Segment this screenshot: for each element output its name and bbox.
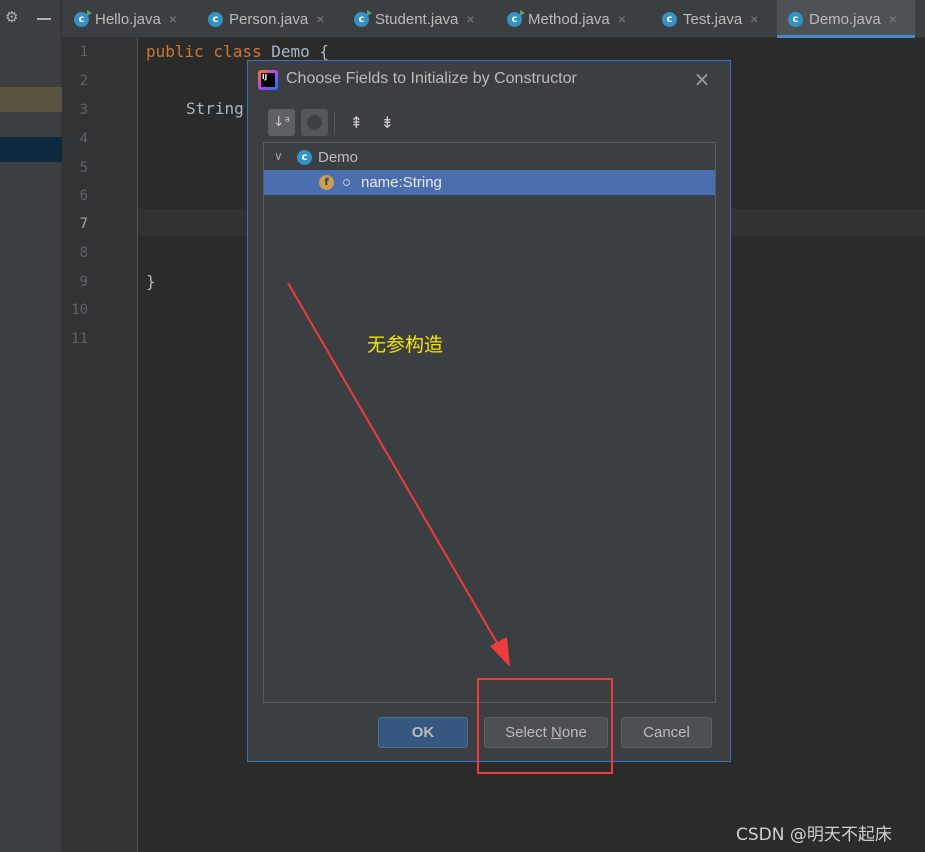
annotation-label: 无参构造 bbox=[367, 334, 444, 356]
tab-label: Student.java bbox=[375, 10, 459, 28]
project-tree-selected-row[interactable] bbox=[0, 137, 62, 162]
toolbar-separator bbox=[334, 112, 335, 134]
close-icon[interactable]: × bbox=[169, 11, 177, 27]
project-tool-header: ⚙ bbox=[0, 0, 62, 38]
tab-label: Method.java bbox=[528, 10, 610, 28]
close-icon[interactable]: × bbox=[889, 11, 897, 27]
gear-icon[interactable]: ⚙ bbox=[5, 9, 21, 25]
intellij-logo-icon: IJ bbox=[258, 70, 278, 90]
keyword: public class bbox=[146, 42, 262, 61]
ok-button[interactable]: OK bbox=[378, 717, 468, 748]
class-icon: c bbox=[74, 9, 92, 27]
collapse-all-icon[interactable]: ⇟ bbox=[374, 109, 401, 136]
code-line-9[interactable]: } bbox=[146, 272, 156, 291]
line-number: 1 bbox=[79, 44, 88, 60]
close-icon[interactable]: × bbox=[692, 67, 712, 91]
tree-row-class[interactable]: ∨ c Demo bbox=[264, 145, 715, 170]
line-number: 11 bbox=[71, 331, 88, 347]
tree-field-label: name:String bbox=[361, 174, 442, 191]
tree-row-field[interactable]: f name:String bbox=[264, 170, 715, 195]
package-private-icon bbox=[343, 179, 350, 186]
sort-alphabetically-icon[interactable]: ↓ᵃ bbox=[268, 109, 295, 136]
editor-gutter: 1 2 3 4 5 6 7 8 9 10 11 bbox=[62, 38, 138, 852]
editor-tab-bar: c Hello.java × c Person.java × c Student… bbox=[62, 0, 925, 38]
show-classes-icon[interactable] bbox=[301, 109, 328, 136]
dialog-title-bar[interactable]: IJ Choose Fields to Initialize by Constr… bbox=[248, 61, 730, 99]
line-number-current: 7 bbox=[79, 216, 88, 232]
tree-class-label: Demo bbox=[318, 149, 359, 166]
line-number: 2 bbox=[79, 73, 88, 89]
class-icon: c bbox=[662, 11, 677, 27]
choose-fields-dialog: IJ Choose Fields to Initialize by Constr… bbox=[247, 60, 731, 762]
field-icon: f bbox=[319, 175, 334, 190]
line-number: 10 bbox=[71, 302, 88, 318]
fields-tree[interactable]: ∨ c Demo f name:String bbox=[263, 142, 716, 703]
tab-person-java[interactable]: c Person.java × bbox=[208, 0, 350, 38]
line-number: 3 bbox=[79, 102, 88, 118]
class-icon: c bbox=[788, 11, 803, 27]
tab-method-java[interactable]: c Method.java × bbox=[507, 0, 647, 38]
code-line-1[interactable]: public class Demo { bbox=[146, 42, 329, 61]
brace: { bbox=[319, 42, 330, 61]
line-number: 9 bbox=[79, 274, 88, 290]
logo-text: IJ bbox=[262, 73, 268, 81]
tab-student-java[interactable]: c Student.java × bbox=[354, 0, 498, 38]
class-name: Demo bbox=[271, 42, 310, 61]
chevron-down-icon[interactable]: ∨ bbox=[274, 149, 283, 163]
tab-label: Hello.java bbox=[95, 10, 161, 28]
tool-window-strip: ⚙ bbox=[0, 0, 62, 852]
close-icon[interactable]: × bbox=[750, 11, 758, 27]
tab-demo-java[interactable]: c Demo.java × bbox=[777, 0, 915, 38]
close-icon[interactable]: × bbox=[618, 11, 626, 27]
tab-hello-java[interactable]: c Hello.java × bbox=[74, 0, 202, 38]
line-number: 8 bbox=[79, 245, 88, 261]
tab-label: Test.java bbox=[683, 10, 743, 28]
close-icon[interactable]: × bbox=[316, 11, 324, 27]
expand-all-icon[interactable]: ⇞ bbox=[343, 109, 370, 136]
class-icon: c bbox=[507, 9, 525, 27]
code-line-3[interactable]: String bbox=[186, 99, 244, 118]
tab-test-java[interactable]: c Test.java × bbox=[662, 0, 777, 38]
line-number: 6 bbox=[79, 188, 88, 204]
close-icon[interactable]: × bbox=[466, 11, 474, 27]
line-number: 4 bbox=[79, 131, 88, 147]
annotation-highlight-box bbox=[477, 678, 613, 774]
cancel-button[interactable]: Cancel bbox=[621, 717, 712, 748]
class-icon: c bbox=[297, 150, 312, 165]
watermark: CSDN @明天不起床 bbox=[736, 825, 892, 845]
project-tree-highlight-row[interactable] bbox=[0, 87, 62, 112]
minimize-icon[interactable] bbox=[37, 18, 51, 20]
class-icon: c bbox=[208, 11, 223, 27]
line-number: 5 bbox=[79, 160, 88, 176]
class-icon: c bbox=[354, 9, 372, 27]
dialog-title: Choose Fields to Initialize by Construct… bbox=[286, 70, 577, 87]
tab-label: Person.java bbox=[229, 10, 309, 28]
tab-label: Demo.java bbox=[809, 10, 881, 28]
